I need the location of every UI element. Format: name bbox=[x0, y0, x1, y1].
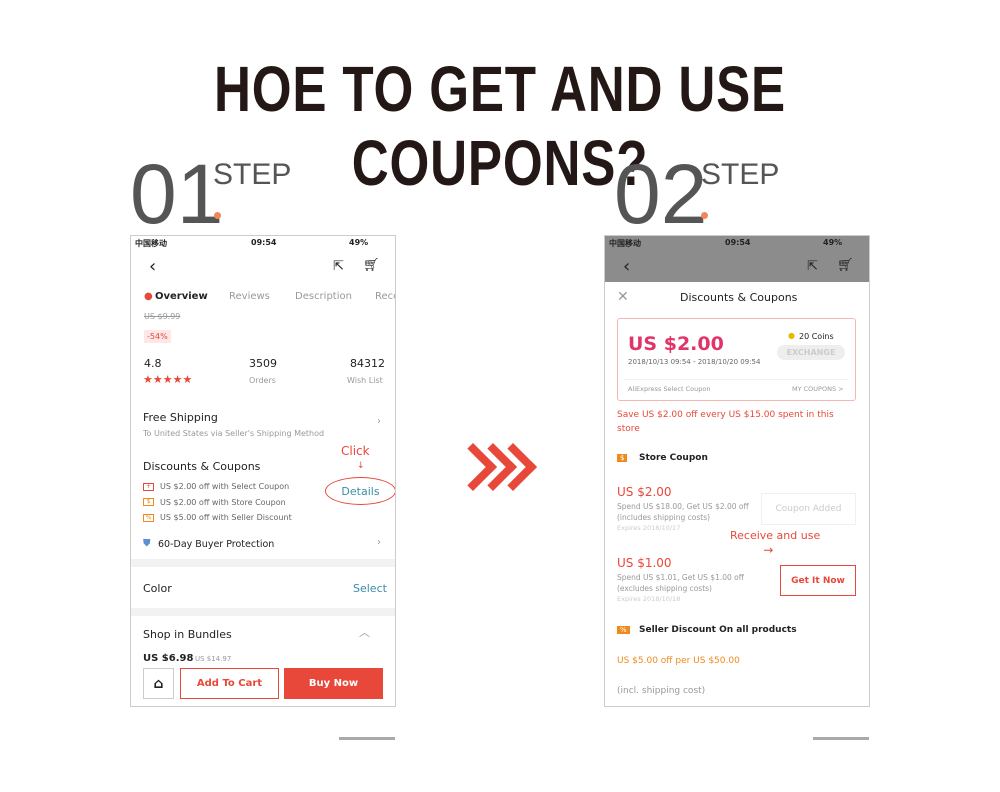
bundles-title[interactable]: Shop in Bundles bbox=[143, 628, 232, 641]
coupon-value: US $2.00 bbox=[628, 333, 724, 355]
store-coupon-icon: $ bbox=[617, 454, 628, 462]
add-to-cart-button[interactable]: Add To Cart bbox=[180, 668, 279, 699]
coupon-list: + US $2.00 off with Select Coupon $ US $2.… bbox=[143, 479, 292, 526]
seller-discount-icon: % bbox=[617, 626, 630, 634]
share-icon[interactable]: ⇱ bbox=[807, 259, 818, 274]
divider bbox=[131, 559, 395, 567]
discounts-title[interactable]: Discounts & Coupons bbox=[143, 460, 260, 473]
wishlist-count: 84312 bbox=[350, 357, 385, 370]
color-select[interactable]: Select bbox=[353, 582, 387, 595]
phone-screen-product: 中国移动 09:54 49% ‹ ⇱ 🛒︎ ● Overview Reviews… bbox=[130, 235, 396, 707]
store-coupon-note: (excludes shipping costs) bbox=[617, 584, 712, 593]
store-coupon-icon: $ bbox=[143, 498, 154, 506]
chevron-right-icon[interactable]: › bbox=[377, 537, 381, 548]
my-coupons-link[interactable]: MY COUPONS > bbox=[792, 385, 844, 393]
coupon-validity: 2018/10/13 09:54 - 2018/10/20 09:54 bbox=[628, 358, 761, 366]
store-coupon-value: US $2.00 bbox=[617, 485, 672, 499]
buyer-protection[interactable]: 60-Day Buyer Protection bbox=[158, 539, 274, 550]
battery: 49% bbox=[349, 238, 369, 247]
step-2-label: STEP bbox=[701, 158, 780, 191]
store-coupon-desc: Spend US $18.00, Get US $2.00 off bbox=[617, 502, 749, 511]
select-coupon-card: US $2.00 2018/10/13 09:54 - 2018/10/20 0… bbox=[617, 318, 856, 401]
panel-title: Discounts & Coupons bbox=[680, 291, 798, 304]
status-bar: 中国移动 09:54 49% bbox=[131, 236, 395, 250]
receive-annotation: Receive and use bbox=[730, 529, 821, 542]
back-icon[interactable]: ‹ bbox=[149, 256, 156, 277]
cart-icon[interactable]: 🛒︎ bbox=[837, 258, 854, 273]
carrier: 中国移动 bbox=[135, 239, 167, 248]
tab-description[interactable]: Description bbox=[295, 291, 352, 302]
time: 09:54 bbox=[725, 238, 751, 247]
coupon-item: % US $5.00 off with Seller Discount bbox=[143, 510, 292, 526]
coin-icon: ● bbox=[788, 331, 795, 340]
step-1-number: 01 bbox=[130, 147, 224, 241]
time: 09:54 bbox=[251, 238, 277, 247]
tab-reviews[interactable]: Reviews bbox=[229, 291, 270, 302]
close-icon[interactable]: ✕ bbox=[617, 289, 629, 305]
seller-discount-icon: % bbox=[143, 513, 154, 522]
exchange-button[interactable]: EXCHANGE bbox=[777, 345, 845, 360]
shipping-title[interactable]: Free Shipping bbox=[143, 411, 218, 424]
arrow-annotation-icon: ↓ bbox=[357, 461, 365, 471]
seller-discount-title: Seller Discount On all products bbox=[639, 625, 797, 635]
seller-offer: US $5.00 off per US $50.00 bbox=[617, 656, 740, 666]
divider bbox=[624, 379, 849, 380]
color-label: Color bbox=[143, 582, 172, 595]
coupon-item: + US $2.00 off with Select Coupon bbox=[143, 479, 292, 495]
coins: 20 Coins bbox=[799, 332, 834, 341]
get-it-now-button[interactable]: Get It Now bbox=[780, 565, 856, 596]
cart-icon[interactable]: 🛒︎ bbox=[363, 258, 380, 273]
chevron-right-icon[interactable]: › bbox=[377, 416, 381, 427]
store-coupon-note: (includes shipping costs) bbox=[617, 513, 711, 522]
stars: ★★★★★ bbox=[143, 373, 193, 386]
seller-note: (incl. shipping cost) bbox=[617, 686, 706, 696]
rating: 4.8 bbox=[144, 357, 162, 370]
wishlist-label: Wish List bbox=[347, 376, 383, 385]
share-icon[interactable]: ⇱ bbox=[333, 259, 344, 274]
click-annotation: Click bbox=[341, 444, 370, 458]
step-dot bbox=[701, 212, 708, 219]
decorative-line bbox=[813, 737, 869, 740]
step-dot bbox=[214, 212, 221, 219]
coupon-added-button[interactable]: Coupon Added bbox=[761, 493, 856, 525]
status-bar: 中国移动 09:54 49% bbox=[605, 236, 869, 250]
orders-label: Orders bbox=[249, 376, 276, 385]
step-1-label: STEP bbox=[213, 158, 292, 191]
tab-recommend[interactable]: Reco bbox=[375, 291, 395, 302]
select-coupon-icon: + bbox=[143, 482, 154, 491]
orders-count: 3509 bbox=[249, 357, 277, 370]
phone-screen-coupons: 中国移动 09:54 49% ‹ ⇱ 🛒︎ ✕ Discounts & Coup… bbox=[604, 235, 870, 707]
back-icon[interactable]: ‹ bbox=[623, 256, 630, 277]
shield-icon: ⛊ bbox=[143, 538, 151, 549]
arrow-annotation-icon: ↘ bbox=[759, 541, 777, 559]
battery: 49% bbox=[823, 238, 843, 247]
old-price: US $9.99 bbox=[144, 312, 181, 321]
decorative-line bbox=[339, 737, 395, 740]
coupon-item: $ US $2.00 off with Store Coupon bbox=[143, 495, 292, 511]
chevron-up-icon[interactable]: ︿ bbox=[359, 624, 370, 640]
store-coupon-desc: Spend US $1.01, Get US $1.00 off bbox=[617, 573, 744, 582]
step-2-number: 02 bbox=[614, 147, 708, 241]
coupon-type: AliExpress Select Coupon bbox=[628, 385, 711, 393]
buy-now-button[interactable]: Buy Now bbox=[284, 668, 383, 699]
tab-overview[interactable]: Overview bbox=[155, 291, 208, 302]
store-coupon-expiry: Expires 2018/10/17 bbox=[617, 524, 681, 532]
location-pin-icon: ● bbox=[144, 291, 153, 302]
divider bbox=[131, 608, 395, 616]
details-link[interactable]: Details bbox=[325, 477, 395, 505]
store-icon[interactable]: ⌂ bbox=[143, 668, 174, 699]
shipping-subtitle: To United States via Seller's Shipping M… bbox=[143, 429, 325, 438]
store-coupon-title: Store Coupon bbox=[639, 453, 708, 463]
store-coupon-value: US $1.00 bbox=[617, 556, 672, 570]
save-text: Save US $2.00 off every US $15.00 spent … bbox=[617, 410, 834, 434]
store-coupon-expiry: Expires 2018/10/18 bbox=[617, 595, 681, 603]
carrier: 中国移动 bbox=[609, 239, 641, 248]
discount-badge: -54% bbox=[144, 330, 171, 343]
